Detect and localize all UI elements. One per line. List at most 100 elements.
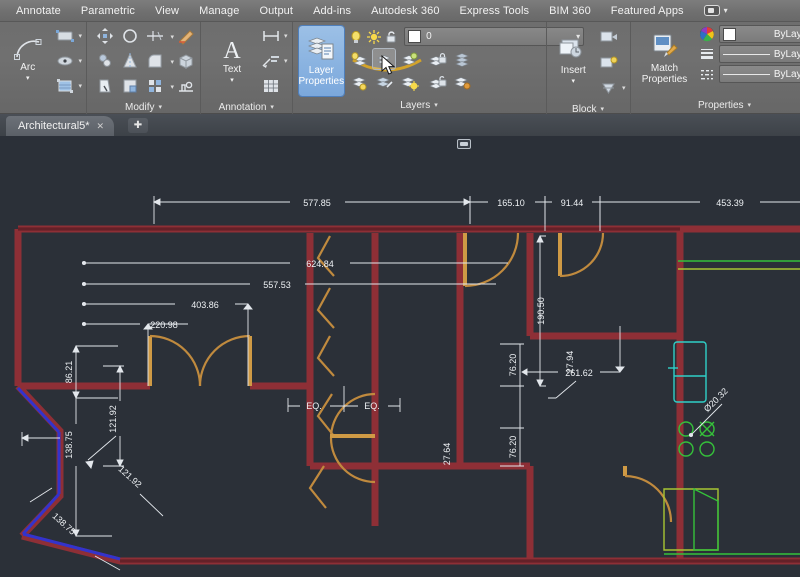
mirror-tool[interactable] — [118, 49, 142, 73]
ribbon-tab-annotate[interactable]: Annotate — [6, 0, 71, 22]
layer-on-tool[interactable] — [398, 72, 420, 92]
lightbulb-on-icon[interactable] — [348, 29, 364, 45]
file-tab-architectural5[interactable]: Architectural5* ✕ — [6, 116, 114, 136]
panel-layers-title[interactable]: Layers ▾ — [293, 98, 546, 114]
ribbon-tab-bim-360[interactable]: BIM 360 — [539, 0, 601, 22]
file-tab-label: Architectural5* — [18, 120, 90, 132]
color-wheel-icon[interactable] — [698, 25, 716, 43]
ribbon-tab-manage[interactable]: Manage — [189, 0, 249, 22]
chevron-down-icon: ▾ — [230, 75, 234, 86]
hatch-tool[interactable] — [53, 74, 77, 98]
dimension-tool[interactable] — [259, 24, 283, 48]
layer-properties-button[interactable]: Layer Properties — [299, 26, 345, 96]
array-tool[interactable]: ▾ — [143, 74, 167, 98]
chevron-down-icon[interactable]: ▾ — [78, 82, 82, 90]
match-properties-button[interactable]: Match Properties — [637, 25, 693, 93]
layer-lock-tool[interactable] — [426, 49, 448, 69]
fillet-icon — [146, 52, 164, 70]
layer-off-tool[interactable] — [348, 49, 370, 69]
insert-block-button[interactable]: Insert ▾ — [553, 26, 594, 98]
text-icon: A — [219, 36, 245, 62]
panel-block: Insert ▾ — [546, 22, 630, 114]
layer-delete-tool[interactable] — [451, 72, 473, 92]
layer-unisolate-tool[interactable] — [398, 49, 420, 69]
chevron-down-icon[interactable]: ▾ — [78, 57, 82, 65]
ribbon-tab-parametric[interactable]: Parametric — [71, 0, 145, 22]
fillet-tool[interactable]: ▾ — [143, 49, 167, 73]
chevron-down-icon: ▾ — [26, 73, 30, 84]
layer-match-tool[interactable] — [373, 72, 395, 92]
file-tab-bar: Architectural5* ✕ ✚ — [0, 114, 800, 136]
dim-624-84: 624.84 — [306, 259, 334, 269]
erase-tool[interactable] — [174, 24, 198, 48]
text-tool-label: Text — [223, 64, 241, 75]
chevron-down-icon: ▾ — [434, 98, 438, 114]
linetype-icon[interactable] — [698, 65, 716, 83]
create-block-tool[interactable] — [597, 24, 621, 48]
lineweight-icon[interactable] — [698, 45, 716, 63]
extrude-tool[interactable] — [174, 49, 198, 73]
new-tab-button[interactable]: ✚ — [128, 118, 148, 133]
ribbon-tab-add-ins[interactable]: Add-ins — [303, 0, 361, 22]
stretch-icon — [96, 77, 114, 95]
stretch-tool[interactable] — [93, 74, 117, 98]
block-editor-tool[interactable] — [597, 76, 621, 100]
explode-tool[interactable] — [174, 74, 198, 98]
viewport-control-widget[interactable] — [457, 139, 471, 149]
dim-165-10: 165.10 — [497, 198, 525, 208]
ribbon-tab-output[interactable]: Output — [249, 0, 303, 22]
scale-tool[interactable] — [118, 74, 142, 98]
panel-properties-title[interactable]: Properties ▾ — [631, 98, 800, 114]
block-editor-icon — [599, 81, 619, 96]
dim-190-50: 190.50 — [536, 297, 546, 325]
chevron-down-icon: ▾ — [724, 6, 728, 15]
move-icon — [96, 27, 114, 45]
ribbon-tab-featured-apps[interactable]: Featured Apps — [601, 0, 694, 22]
panel-modify: ▾ — [86, 22, 200, 114]
move-tool[interactable] — [93, 24, 117, 48]
chevron-down-icon[interactable]: ▾ — [78, 32, 82, 40]
unlock-icon[interactable] — [384, 29, 400, 45]
linetype-value: ByLayer — [774, 69, 800, 80]
lineweight-preview — [723, 54, 770, 55]
layer-properties-icon — [306, 35, 336, 63]
ribbon-tab-express-tools[interactable]: Express Tools — [450, 0, 540, 22]
ellipse-tool[interactable] — [53, 49, 77, 73]
dim-138-75-b: 138.75 — [50, 511, 77, 537]
lineweight-combo[interactable]: ByLayer — [719, 45, 800, 63]
define-attribute-tool[interactable] — [597, 50, 621, 74]
layer-isolate-tool[interactable] — [373, 49, 395, 69]
dim-557-53: 557.53 — [263, 280, 291, 290]
copy-tool[interactable] — [93, 49, 117, 73]
leader-tool[interactable] — [259, 49, 283, 73]
camera-dropdown[interactable]: ▾ — [704, 5, 728, 16]
array-icon — [146, 77, 164, 95]
layer-freeze-tool[interactable] — [348, 72, 370, 92]
autocad-window: Annotate Parametric View Manage Output A… — [0, 0, 800, 577]
sun-freeze-icon[interactable] — [366, 29, 382, 45]
close-icon[interactable]: ✕ — [97, 121, 105, 132]
ribbon-tab-view[interactable]: View — [145, 0, 189, 22]
color-combo[interactable]: ByLayer — [719, 25, 800, 43]
drawing-canvas[interactable]: .wall { stroke:#8e2f36; stroke-width:7; … — [0, 136, 800, 577]
color-swatch — [723, 28, 736, 41]
dim-eq-left: EQ. — [306, 401, 322, 411]
dim-121-92-a: 121.92 — [108, 405, 118, 433]
chevron-down-icon[interactable]: ▾ — [622, 84, 626, 92]
match-properties-label-2: Properties — [642, 74, 688, 85]
chevron-down-icon[interactable]: ▾ — [284, 32, 288, 40]
table-tool[interactable] — [259, 74, 283, 98]
panel-draw: Arc ▾ ▾ — [0, 22, 86, 114]
ribbon-tab-autodesk-360[interactable]: Autodesk 360 — [361, 0, 449, 22]
trim-tool[interactable]: ▾ — [143, 24, 167, 48]
linetype-combo[interactable]: ByLayer — [719, 65, 800, 83]
layer-merge-tool[interactable] — [451, 49, 473, 69]
text-tool-button[interactable]: A Text ▾ — [211, 25, 253, 97]
ribbon: Arc ▾ ▾ — [0, 22, 800, 114]
walls — [18, 229, 800, 561]
chevron-down-icon[interactable]: ▾ — [284, 57, 288, 65]
rotate-tool[interactable] — [118, 24, 142, 48]
arc-tool-button[interactable]: Arc ▾ — [8, 25, 47, 97]
layer-unlock-tool[interactable] — [426, 72, 448, 92]
rectangle-tool[interactable] — [53, 24, 77, 48]
